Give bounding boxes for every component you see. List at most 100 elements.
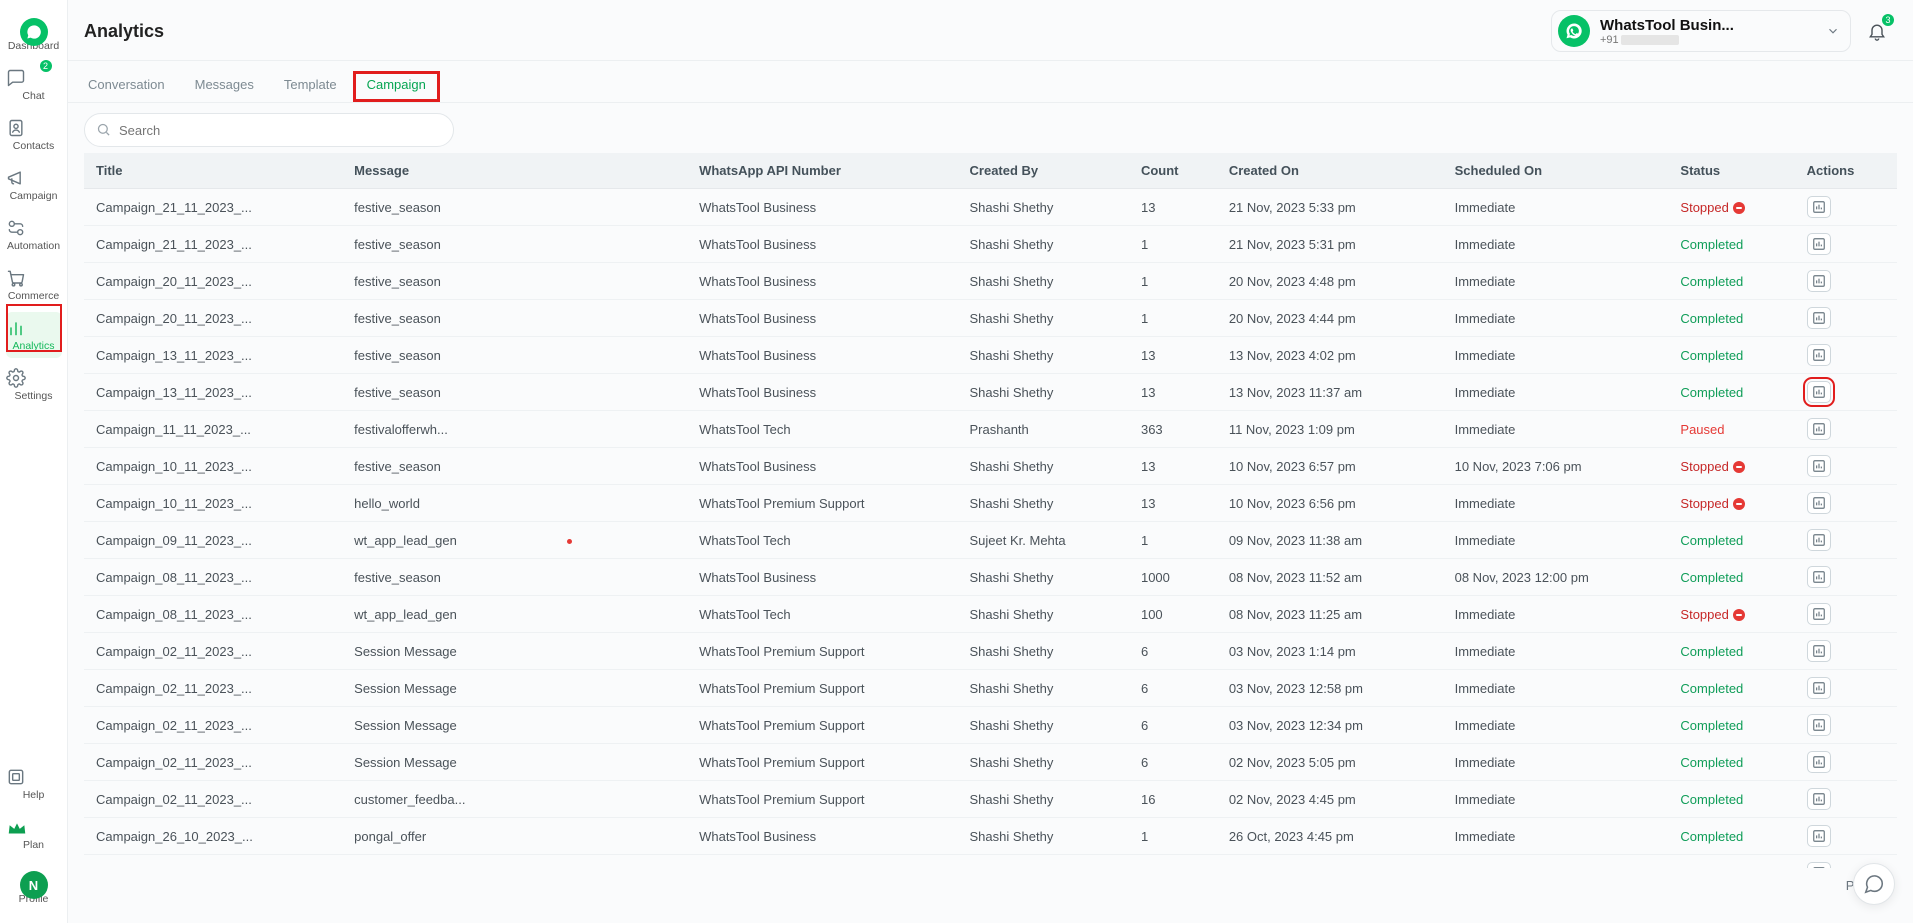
view-report-button[interactable]: [1807, 418, 1831, 440]
cell-api: WhatsTool Premium Support: [699, 755, 864, 770]
view-report-button[interactable]: [1807, 492, 1831, 514]
view-report-button[interactable]: [1807, 788, 1831, 810]
table-row[interactable]: Campaign_02_11_2023_...customer_feedba..…: [84, 781, 1897, 818]
cell-by: Shashi Shethy: [970, 459, 1054, 474]
status-completed: Completed: [1680, 570, 1743, 585]
cell-scheduled: Immediate: [1455, 755, 1516, 770]
help-bubble-button[interactable]: [1853, 863, 1895, 905]
cell-message: festive_season: [354, 866, 441, 869]
cell-scheduled: Immediate: [1455, 348, 1516, 363]
cell-scheduled: Immediate: [1455, 533, 1516, 548]
tab-campaign[interactable]: Campaign: [363, 67, 430, 102]
cell-count: 1: [1141, 274, 1148, 289]
view-report-button[interactable]: [1807, 344, 1831, 366]
view-report-button[interactable]: [1807, 307, 1831, 329]
cell-message: festive_season: [354, 385, 441, 400]
table-row[interactable]: Campaign_08_11_2023_...wt_app_lead_genWh…: [84, 596, 1897, 633]
bar-chart-icon: [1812, 681, 1826, 695]
cell-by: Shashi Shethy: [970, 311, 1054, 326]
sidebar-item-dashboard[interactable]: Dashboard: [6, 8, 62, 58]
view-report-button[interactable]: [1807, 714, 1831, 736]
view-report-button[interactable]: [1807, 751, 1831, 773]
view-report-button[interactable]: [1807, 196, 1831, 218]
workspace-switcher[interactable]: WhatsTool Busin... +91: [1551, 10, 1851, 52]
view-report-button[interactable]: [1807, 270, 1831, 292]
cell-created: 21 Nov, 2023 5:33 pm: [1229, 200, 1356, 215]
table-row[interactable]: Campaign_10_11_2023_...hello_worldWhatsT…: [84, 485, 1897, 522]
sidebar-item-plan[interactable]: Plan: [6, 811, 62, 857]
view-report-button[interactable]: [1807, 862, 1831, 868]
cell-message: festive_season: [354, 570, 441, 585]
whatsapp-logo-icon: [1558, 15, 1590, 47]
table-row[interactable]: Campaign_13_11_2023_...festive_seasonWha…: [84, 337, 1897, 374]
cell-by: Shashi Shethy: [970, 718, 1054, 733]
status-completed: Completed: [1680, 385, 1743, 400]
cell-message: wt_app_lead_gen: [354, 607, 457, 622]
table-row[interactable]: Campaign_02_11_2023_...Session MessageWh…: [84, 707, 1897, 744]
bar-chart-icon: [1812, 496, 1826, 510]
sidebar-item-campaign[interactable]: Campaign: [6, 162, 62, 208]
cell-by: Prashanth: [970, 422, 1029, 437]
cell-title: Campaign_21_11_2023_...: [96, 200, 252, 215]
table-row[interactable]: Campaign_26_10_2023_...pongal_offerWhats…: [84, 818, 1897, 855]
view-report-button[interactable]: [1807, 455, 1831, 477]
sidebar-item-settings[interactable]: Settings: [6, 362, 62, 408]
search-input[interactable]: [84, 113, 454, 147]
table-row[interactable]: Campaign_13_11_2023_...festive_seasonWha…: [84, 374, 1897, 411]
bar-chart-icon: [1812, 348, 1826, 362]
tab-conversation[interactable]: Conversation: [84, 67, 169, 102]
view-report-button[interactable]: [1807, 603, 1831, 625]
cell-count: 6: [1141, 755, 1148, 770]
view-report-button[interactable]: [1807, 677, 1831, 699]
cell-message: hello_world: [354, 496, 420, 511]
cell-by: Shashi Shethy: [970, 607, 1054, 622]
tab-template[interactable]: Template: [280, 67, 341, 102]
view-report-button[interactable]: [1807, 640, 1831, 662]
cell-message: pongal_offer: [354, 829, 426, 844]
sidebar-item-help[interactable]: Help: [6, 761, 62, 807]
bar-chart-icon: [1812, 607, 1826, 621]
cell-title: Campaign_17_10_2023_...: [96, 866, 253, 868]
table-row[interactable]: Campaign_09_11_2023_...wt_app_lead_genWh…: [84, 522, 1897, 559]
view-report-button[interactable]: [1807, 825, 1831, 847]
view-report-button[interactable]: [1807, 566, 1831, 588]
sidebar-item-commerce[interactable]: Commerce: [6, 262, 62, 308]
table-row[interactable]: Campaign_11_11_2023_...festivalofferwh..…: [84, 411, 1897, 448]
cell-message: festive_season: [354, 459, 441, 474]
table-row[interactable]: Campaign_02_11_2023_...Session MessageWh…: [84, 670, 1897, 707]
cell-by: Shashi Shethy: [970, 755, 1054, 770]
sidebar-item-analytics[interactable]: Analytics: [6, 312, 62, 358]
sidebar-item-profile[interactable]: NProfile: [6, 861, 62, 911]
bar-chart-icon: [1812, 237, 1826, 251]
status-completed: Completed: [1680, 533, 1743, 548]
table-row[interactable]: Campaign_02_11_2023_...Session MessageWh…: [84, 744, 1897, 781]
bar-chart-icon: [1812, 274, 1826, 288]
view-report-button[interactable]: [1807, 233, 1831, 255]
col-created-on: Created On: [1217, 153, 1443, 189]
search-icon: [96, 122, 111, 137]
cell-created: 02 Nov, 2023 4:45 pm: [1229, 792, 1356, 807]
sidebar-item-automation[interactable]: Automation: [6, 212, 62, 258]
notifications-button[interactable]: 3: [1861, 15, 1893, 47]
logo-icon: [6, 18, 62, 38]
table-row[interactable]: Campaign_20_11_2023_...festive_seasonWha…: [84, 300, 1897, 337]
table-row[interactable]: Campaign_10_11_2023_...festive_seasonWha…: [84, 448, 1897, 485]
cell-scheduled: Immediate: [1455, 311, 1516, 326]
table-row[interactable]: Campaign_21_11_2023_...festive_seasonWha…: [84, 226, 1897, 263]
cell-scheduled: 10 Nov, 2023 7:06 pm: [1455, 459, 1582, 474]
cell-message: festive_season: [354, 348, 441, 363]
table-row[interactable]: Campaign_20_11_2023_...festive_seasonWha…: [84, 263, 1897, 300]
tab-messages[interactable]: Messages: [191, 67, 258, 102]
status-completed: Completed: [1680, 348, 1743, 363]
table-row[interactable]: Campaign_21_11_2023_...festive_seasonWha…: [84, 189, 1897, 226]
table-row[interactable]: Campaign_02_11_2023_...Session MessageWh…: [84, 633, 1897, 670]
view-report-button[interactable]: [1807, 381, 1831, 403]
sidebar-item-chat[interactable]: Chat2: [6, 62, 62, 108]
bar-chart-icon: [1812, 422, 1826, 436]
cell-count: 13: [1141, 385, 1155, 400]
view-report-button[interactable]: [1807, 529, 1831, 551]
sidebar-item-contacts[interactable]: Contacts: [6, 112, 62, 158]
table-row[interactable]: Campaign_08_11_2023_...festive_seasonWha…: [84, 559, 1897, 596]
cell-created: 17 Oct, 2023 11:24 am: [1229, 866, 1360, 869]
table-row[interactable]: Campaign_17_10_2023_...festive_seasonWha…: [84, 855, 1897, 869]
